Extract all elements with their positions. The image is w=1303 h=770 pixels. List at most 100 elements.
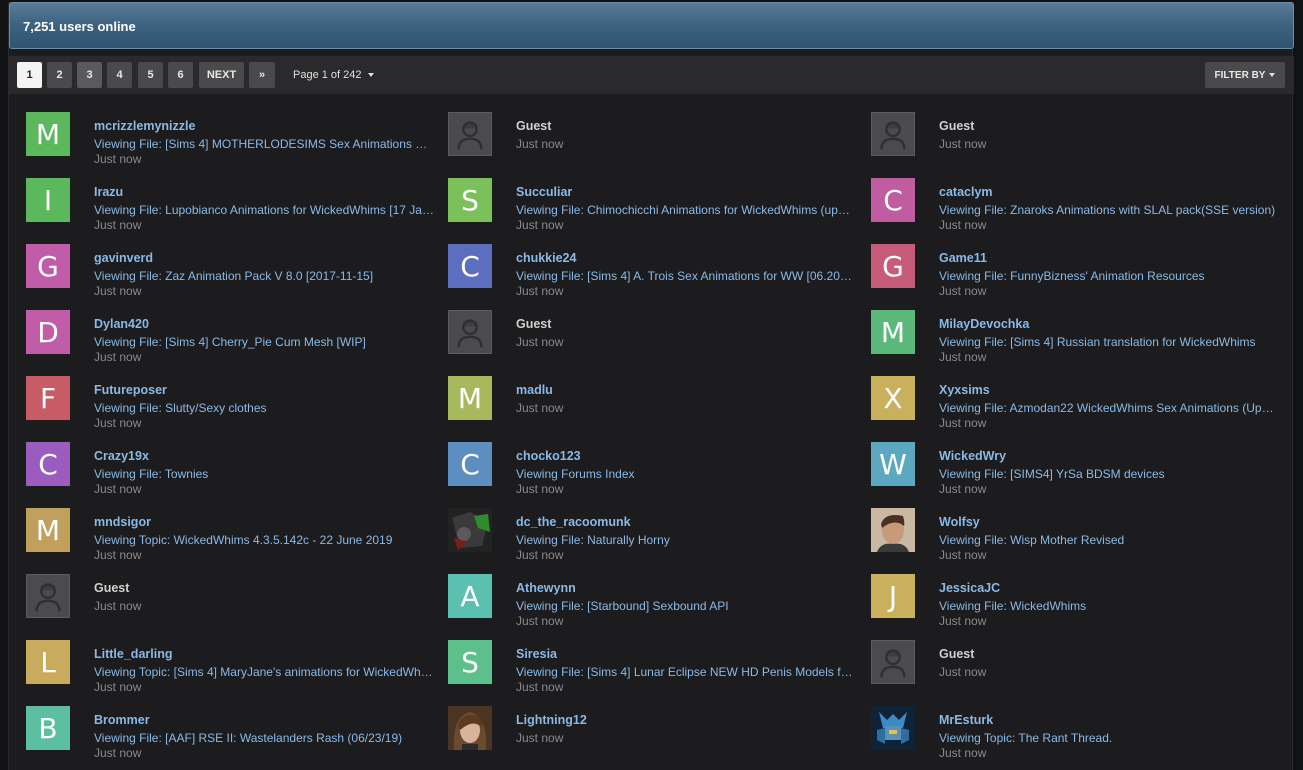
user-name-link[interactable]: cataclym (939, 185, 993, 199)
user-avatar[interactable]: M (26, 112, 70, 156)
user-name-link[interactable]: Dylan420 (94, 317, 149, 331)
user-name-link[interactable]: Athewynn (516, 581, 576, 595)
activity-time: Just now (516, 218, 564, 232)
user-name-link[interactable]: MilayDevochka (939, 317, 1029, 331)
user-name-link[interactable]: MrEsturk (939, 713, 993, 727)
user-avatar[interactable]: D (26, 310, 70, 354)
user-activity-link[interactable]: Viewing File: FunnyBizness' Animation Re… (939, 269, 1279, 283)
user-list-item: Lightning12 Just now (448, 706, 868, 766)
user-avatar[interactable]: X (871, 376, 915, 420)
activity-time: Just now (516, 284, 564, 298)
user-activity-link[interactable]: Viewing File: [Sims 4] MOTHERLODESIMS Se… (94, 137, 434, 151)
user-avatar[interactable]: M (448, 376, 492, 420)
user-avatar[interactable]: L (26, 640, 70, 684)
user-activity-link[interactable]: Viewing File: Azmodan22 WickedWhims Sex … (939, 401, 1279, 415)
user-name-link[interactable]: Succuliar (516, 185, 572, 199)
user-list-item: Guest Just now (26, 574, 446, 634)
user-name-link[interactable]: madlu (516, 383, 553, 397)
page-button-4[interactable]: 4 (107, 62, 132, 88)
page-button-6[interactable]: 6 (168, 62, 193, 88)
user-activity-link[interactable]: Viewing File: Znaroks Animations with SL… (939, 203, 1279, 217)
user-list-item: Mmndsigor Viewing Topic: WickedWhims 4.3.… (26, 508, 446, 568)
user-avatar[interactable] (871, 508, 915, 552)
user-avatar[interactable]: M (26, 508, 70, 552)
user-name-link[interactable]: Brommer (94, 713, 150, 727)
user-name-link[interactable]: Futureposer (94, 383, 167, 397)
user-avatar[interactable]: M (871, 310, 915, 354)
user-list-item: I Irazu Viewing File: Lupobianco Animation… (26, 178, 446, 238)
user-activity-link[interactable]: Viewing Topic: [Sims 4] MaryJane's anima… (94, 665, 434, 679)
user-name-link[interactable]: Crazy19x (94, 449, 149, 463)
user-avatar[interactable]: S (448, 640, 492, 684)
page-button-2[interactable]: 2 (47, 62, 72, 88)
user-name-link[interactable]: chukkie24 (516, 251, 576, 265)
page-button-1[interactable]: 1 (17, 62, 42, 88)
user-activity-link[interactable]: Viewing File: [Sims 4] Russian translati… (939, 335, 1279, 349)
user-activity-link[interactable]: Viewing File: Wisp Mother Revised (939, 533, 1279, 547)
user-avatar[interactable]: C (871, 178, 915, 222)
user-avatar[interactable] (448, 508, 492, 552)
user-avatar[interactable]: G (871, 244, 915, 288)
user-activity-link[interactable]: Viewing File: Townies (94, 467, 434, 481)
user-activity-link[interactable]: Viewing File: Lupobianco Animations for … (94, 203, 434, 217)
last-page-button[interactable]: » (249, 62, 275, 88)
user-avatar[interactable]: B (26, 706, 70, 750)
user-name-link[interactable]: mcrizzlemynizzle (94, 119, 195, 133)
user-name-link[interactable]: Lightning12 (516, 713, 587, 727)
user-list-item: C Crazy19x Viewing File: Townies Just now (26, 442, 446, 502)
user-list-item: L Little_darling Viewing Topic: [Sims 4] M… (26, 640, 446, 700)
filter-by-button[interactable]: FILTER BY (1205, 62, 1285, 88)
user-name-link[interactable]: Game11 (939, 251, 987, 265)
user-list-item: Guest Just now (871, 112, 1291, 172)
user-name-link[interactable]: chocko123 (516, 449, 581, 463)
activity-time: Just now (94, 746, 142, 760)
pagination-toolbar: 1 2 3 4 5 6 NEXT » Page 1 of 242 FILTER … (9, 56, 1294, 94)
user-activity-link[interactable]: Viewing File: [Sims 4] A. Trois Sex Anim… (516, 269, 856, 283)
user-activity-link[interactable]: Viewing File: Chimochicchi Animations fo… (516, 203, 856, 217)
user-activity-link[interactable]: Viewing File: [Sims 4] Lunar Eclipse NEW… (516, 665, 856, 679)
user-list-item: W WickedWry Viewing File: [SIMS4] YrSa BDS… (871, 442, 1291, 502)
user-name-link[interactable]: dc_the_racoomunk (516, 515, 631, 529)
user-photo-avatar-icon (448, 706, 492, 750)
user-activity-link[interactable]: Viewing Forums Index (516, 467, 856, 481)
user-activity-link[interactable]: Viewing File: Slutty/Sexy clothes (94, 401, 434, 415)
user-avatar[interactable]: S (448, 178, 492, 222)
user-activity-link[interactable]: Viewing File: [Starbound] Sexbound API (516, 599, 856, 613)
user-avatar[interactable]: C (448, 244, 492, 288)
user-name-link[interactable]: Siresia (516, 647, 557, 661)
user-activity-link[interactable]: Viewing Topic: The Rant Thread. (939, 731, 1279, 745)
page-button-5[interactable]: 5 (138, 62, 163, 88)
user-avatar[interactable]: C (448, 442, 492, 486)
next-page-button[interactable]: NEXT (199, 62, 244, 88)
user-name-link[interactable]: WickedWry (939, 449, 1006, 463)
user-activity-link[interactable]: Viewing Topic: WickedWhims 4.3.5.142c - … (94, 533, 434, 547)
user-list-item: Cchukkie24 Viewing File: [Sims 4] A. Troi… (448, 244, 868, 304)
user-activity-link[interactable]: Viewing File: [Sims 4] Cherry_Pie Cum Me… (94, 335, 434, 349)
user-activity-link[interactable]: Viewing File: [AAF] RSE II: Wastelanders… (94, 731, 434, 745)
user-avatar[interactable]: F (26, 376, 70, 420)
page-button-3[interactable]: 3 (77, 62, 102, 88)
user-list-item: B Brommer Viewing File: [AAF] RSE II: Wast… (26, 706, 446, 766)
user-avatar[interactable] (448, 706, 492, 750)
user-name-link[interactable]: Little_darling (94, 647, 172, 661)
user-avatar[interactable] (871, 706, 915, 750)
user-avatar[interactable]: W (871, 442, 915, 486)
user-avatar[interactable]: C (26, 442, 70, 486)
user-activity-link[interactable]: Viewing File: WickedWhims (939, 599, 1279, 613)
user-avatar[interactable]: A (448, 574, 492, 618)
user-name-link[interactable]: Xyxsims (939, 383, 990, 397)
activity-time: Just now (939, 746, 987, 760)
user-avatar[interactable]: G (26, 244, 70, 288)
user-name-link[interactable]: gavinverd (94, 251, 153, 265)
user-name-link[interactable]: Wolfsy (939, 515, 980, 529)
user-activity-link[interactable]: Viewing File: Zaz Animation Pack V 8.0 [… (94, 269, 434, 283)
user-activity-link[interactable]: Viewing File: [SIMS4] YrSa BDSM devices (939, 467, 1279, 481)
user-list-item: G Game11 Viewing File: FunnyBizness' Anima… (871, 244, 1291, 304)
page-jump-dropdown[interactable]: Page 1 of 242 (293, 69, 374, 81)
user-name-link[interactable]: mndsigor (94, 515, 151, 529)
user-activity-link[interactable]: Viewing File: Naturally Horny (516, 533, 856, 547)
user-avatar[interactable]: I (26, 178, 70, 222)
user-avatar[interactable]: J (871, 574, 915, 618)
user-name-link[interactable]: JessicaJC (939, 581, 1000, 595)
user-name-link[interactable]: Irazu (94, 185, 123, 199)
